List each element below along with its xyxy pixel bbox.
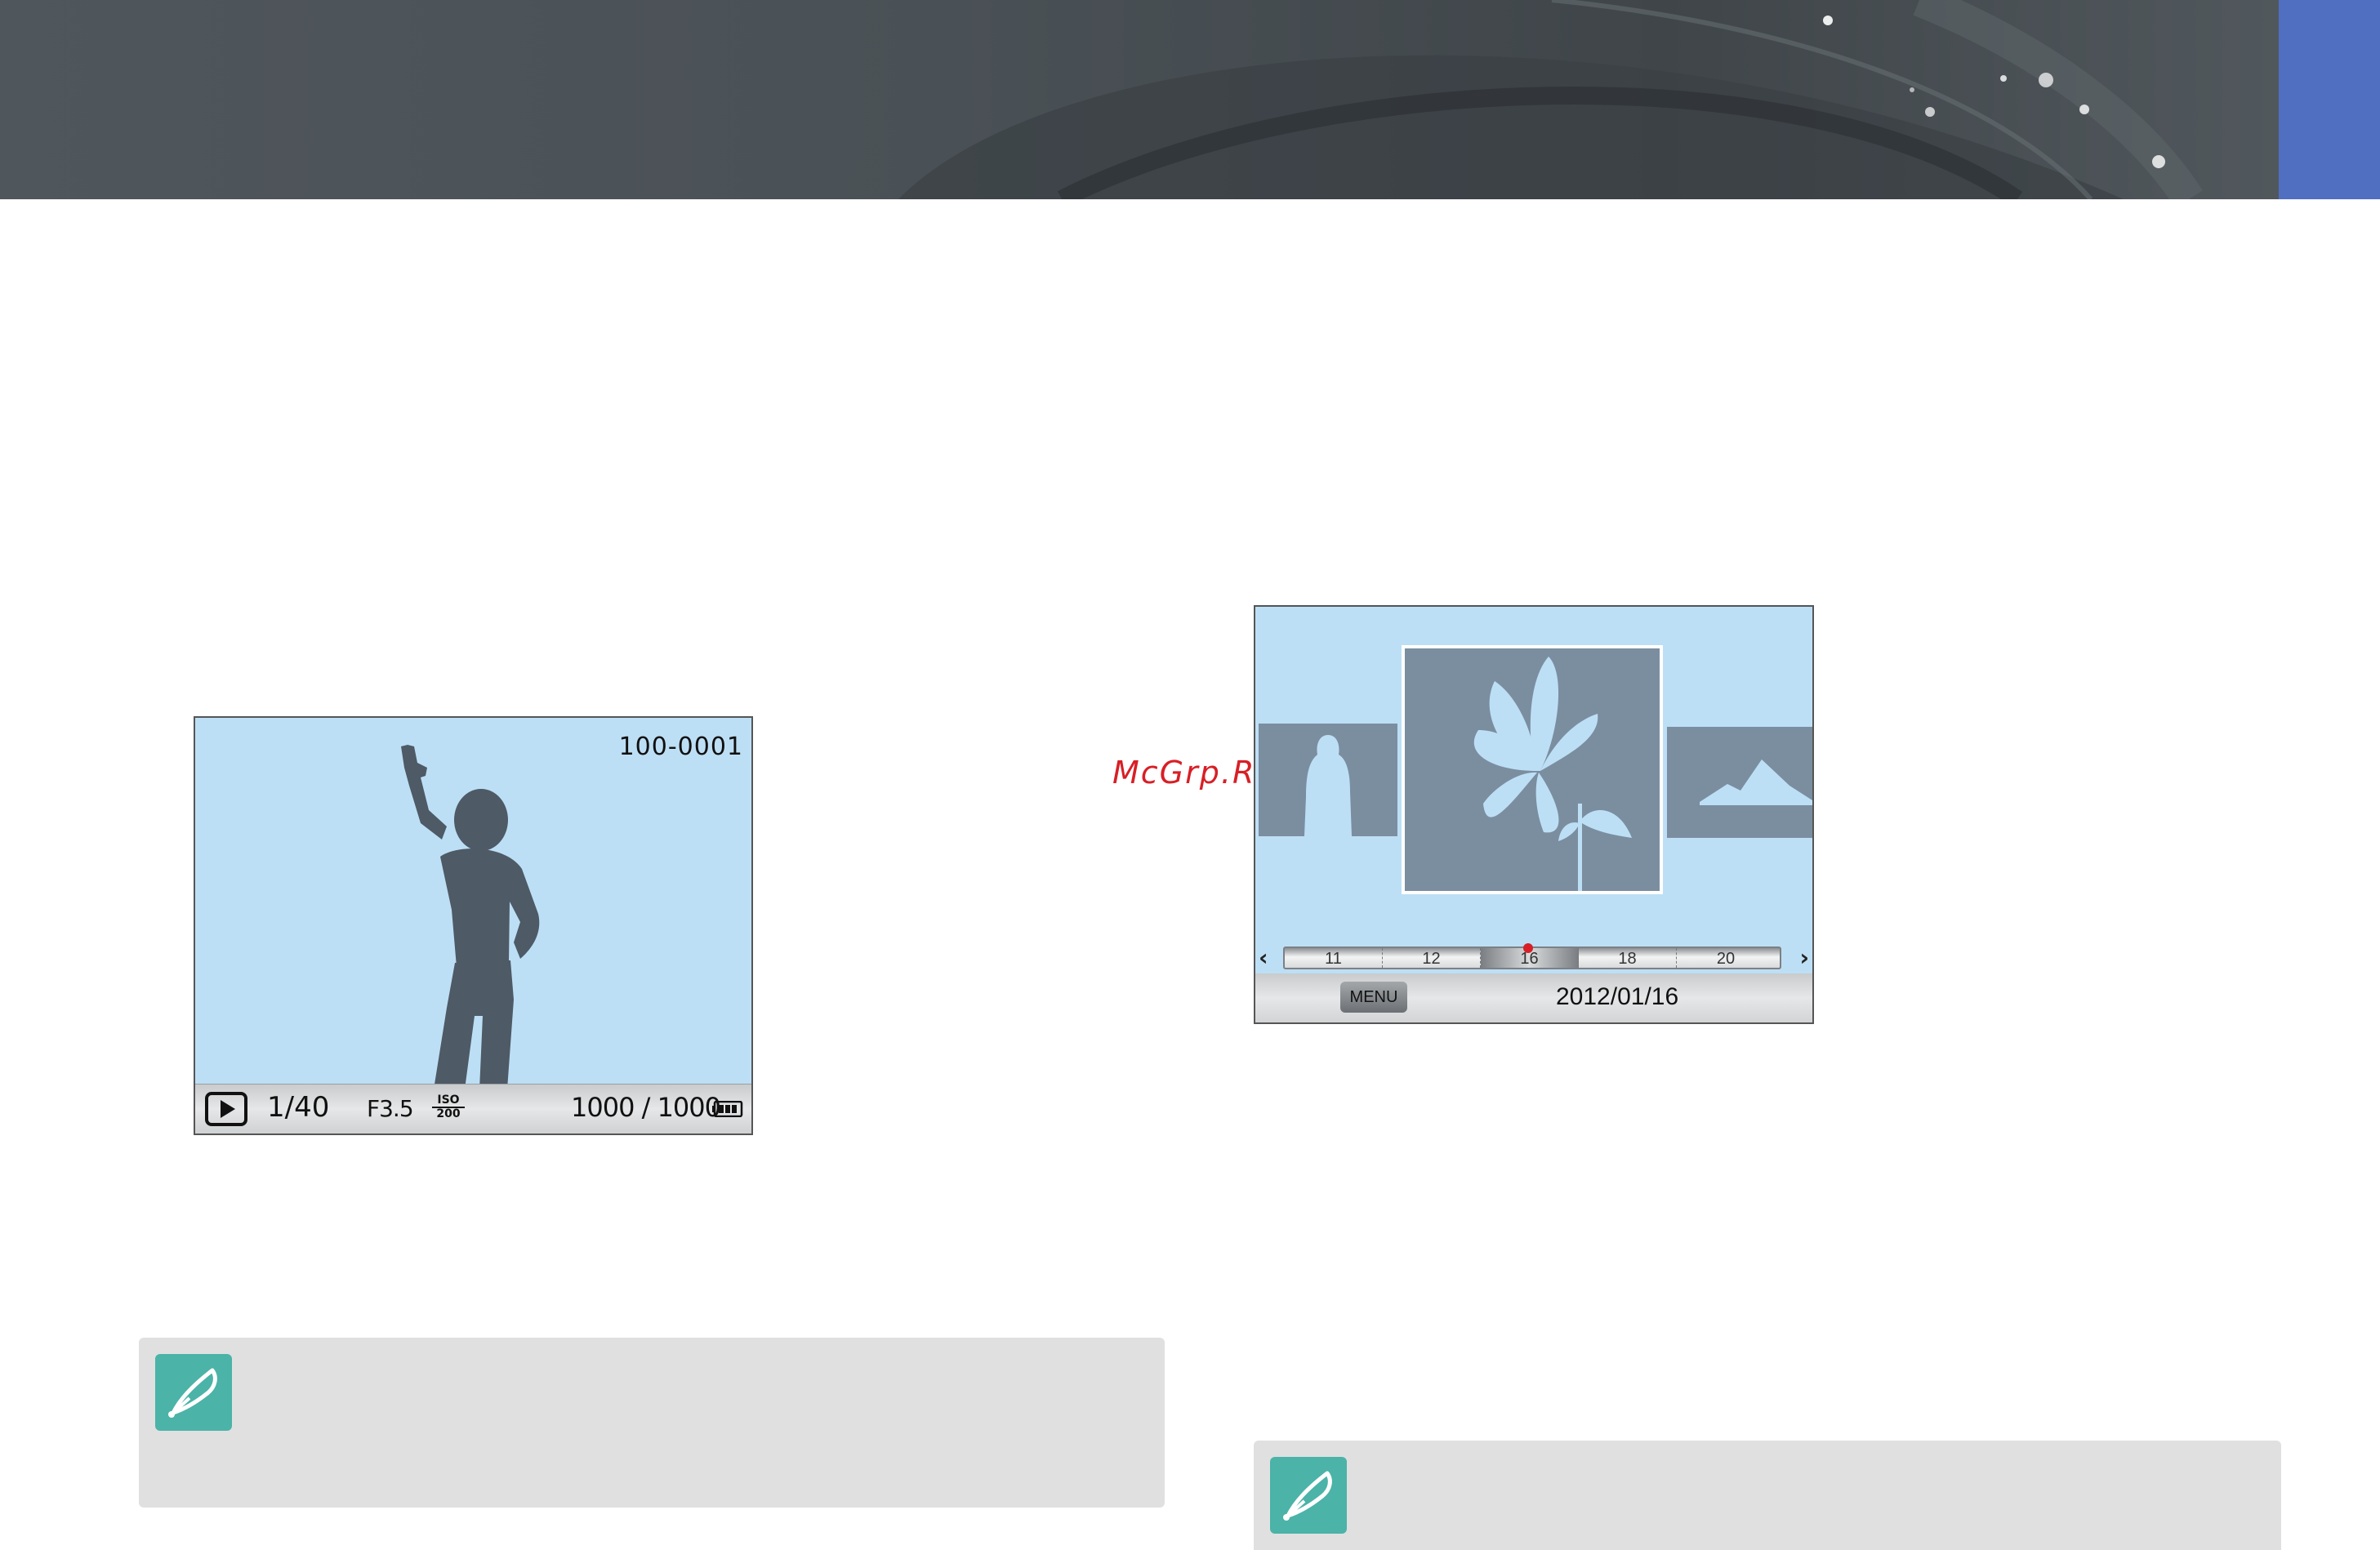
- status-bar: 1/40 F3.5 ISO 200 1000 / 1000: [195, 1084, 751, 1134]
- note-box: [139, 1338, 1165, 1508]
- timeline-view-screen: ‹ 11 12 16 18 20 › MENU 2012/01/16: [1254, 605, 1814, 1024]
- playback-screen: 100-0001 1/40 F3.5 ISO 200 1000 / 1000: [194, 716, 753, 1135]
- timeline-current-marker: [1523, 943, 1533, 953]
- current-date: 2012/01/16: [1556, 983, 1679, 1010]
- note-box: [1254, 1441, 2281, 1550]
- aperture-value: F3.5: [367, 1095, 414, 1122]
- menu-button[interactable]: MENU: [1340, 982, 1407, 1013]
- flower-icon: [1473, 657, 1632, 891]
- bottom-bar: MENU 2012/01/16: [1255, 973, 1812, 1022]
- watermark: McGrp.Ru: [1112, 755, 1277, 791]
- thumbnail-right[interactable]: [1667, 727, 1812, 838]
- timeline-day[interactable]: 12: [1383, 948, 1481, 968]
- page-header-banner: [0, 0, 2380, 199]
- date-timeline[interactable]: 11 12 16 18 20: [1283, 943, 1781, 969]
- shutter-speed: 1/40: [267, 1091, 330, 1124]
- child-silhouette-image: [401, 745, 540, 1089]
- file-number: 100-0001: [618, 733, 743, 761]
- iso-value: 200: [432, 1107, 465, 1120]
- chapter-tab: [2279, 0, 2380, 199]
- timeline-day[interactable]: 20: [1677, 948, 1775, 968]
- date-timeline-row: ‹ 11 12 16 18 20 ›: [1255, 940, 1812, 976]
- battery-full-icon: [712, 1101, 743, 1117]
- timeline-day[interactable]: 11: [1285, 948, 1383, 968]
- note-pen-icon: [155, 1354, 232, 1431]
- decorative-swirl: [898, 0, 2203, 199]
- person-silhouette-icon: [1304, 735, 1352, 836]
- shot-count: 1000 / 1000: [571, 1092, 721, 1123]
- thumbnail-selected[interactable]: [1402, 645, 1663, 894]
- play-icon: [205, 1092, 247, 1126]
- thumbnail-left[interactable]: [1259, 724, 1397, 836]
- iso-label: ISO: [437, 1093, 460, 1107]
- timeline-day[interactable]: 18: [1579, 948, 1677, 968]
- iso-indicator: ISO 200: [432, 1094, 465, 1122]
- note-pen-icon: [1270, 1457, 1347, 1534]
- mountain-icon: [1700, 759, 1812, 805]
- chevron-right-icon[interactable]: ›: [1799, 943, 1809, 973]
- chevron-left-icon[interactable]: ‹: [1259, 943, 1268, 973]
